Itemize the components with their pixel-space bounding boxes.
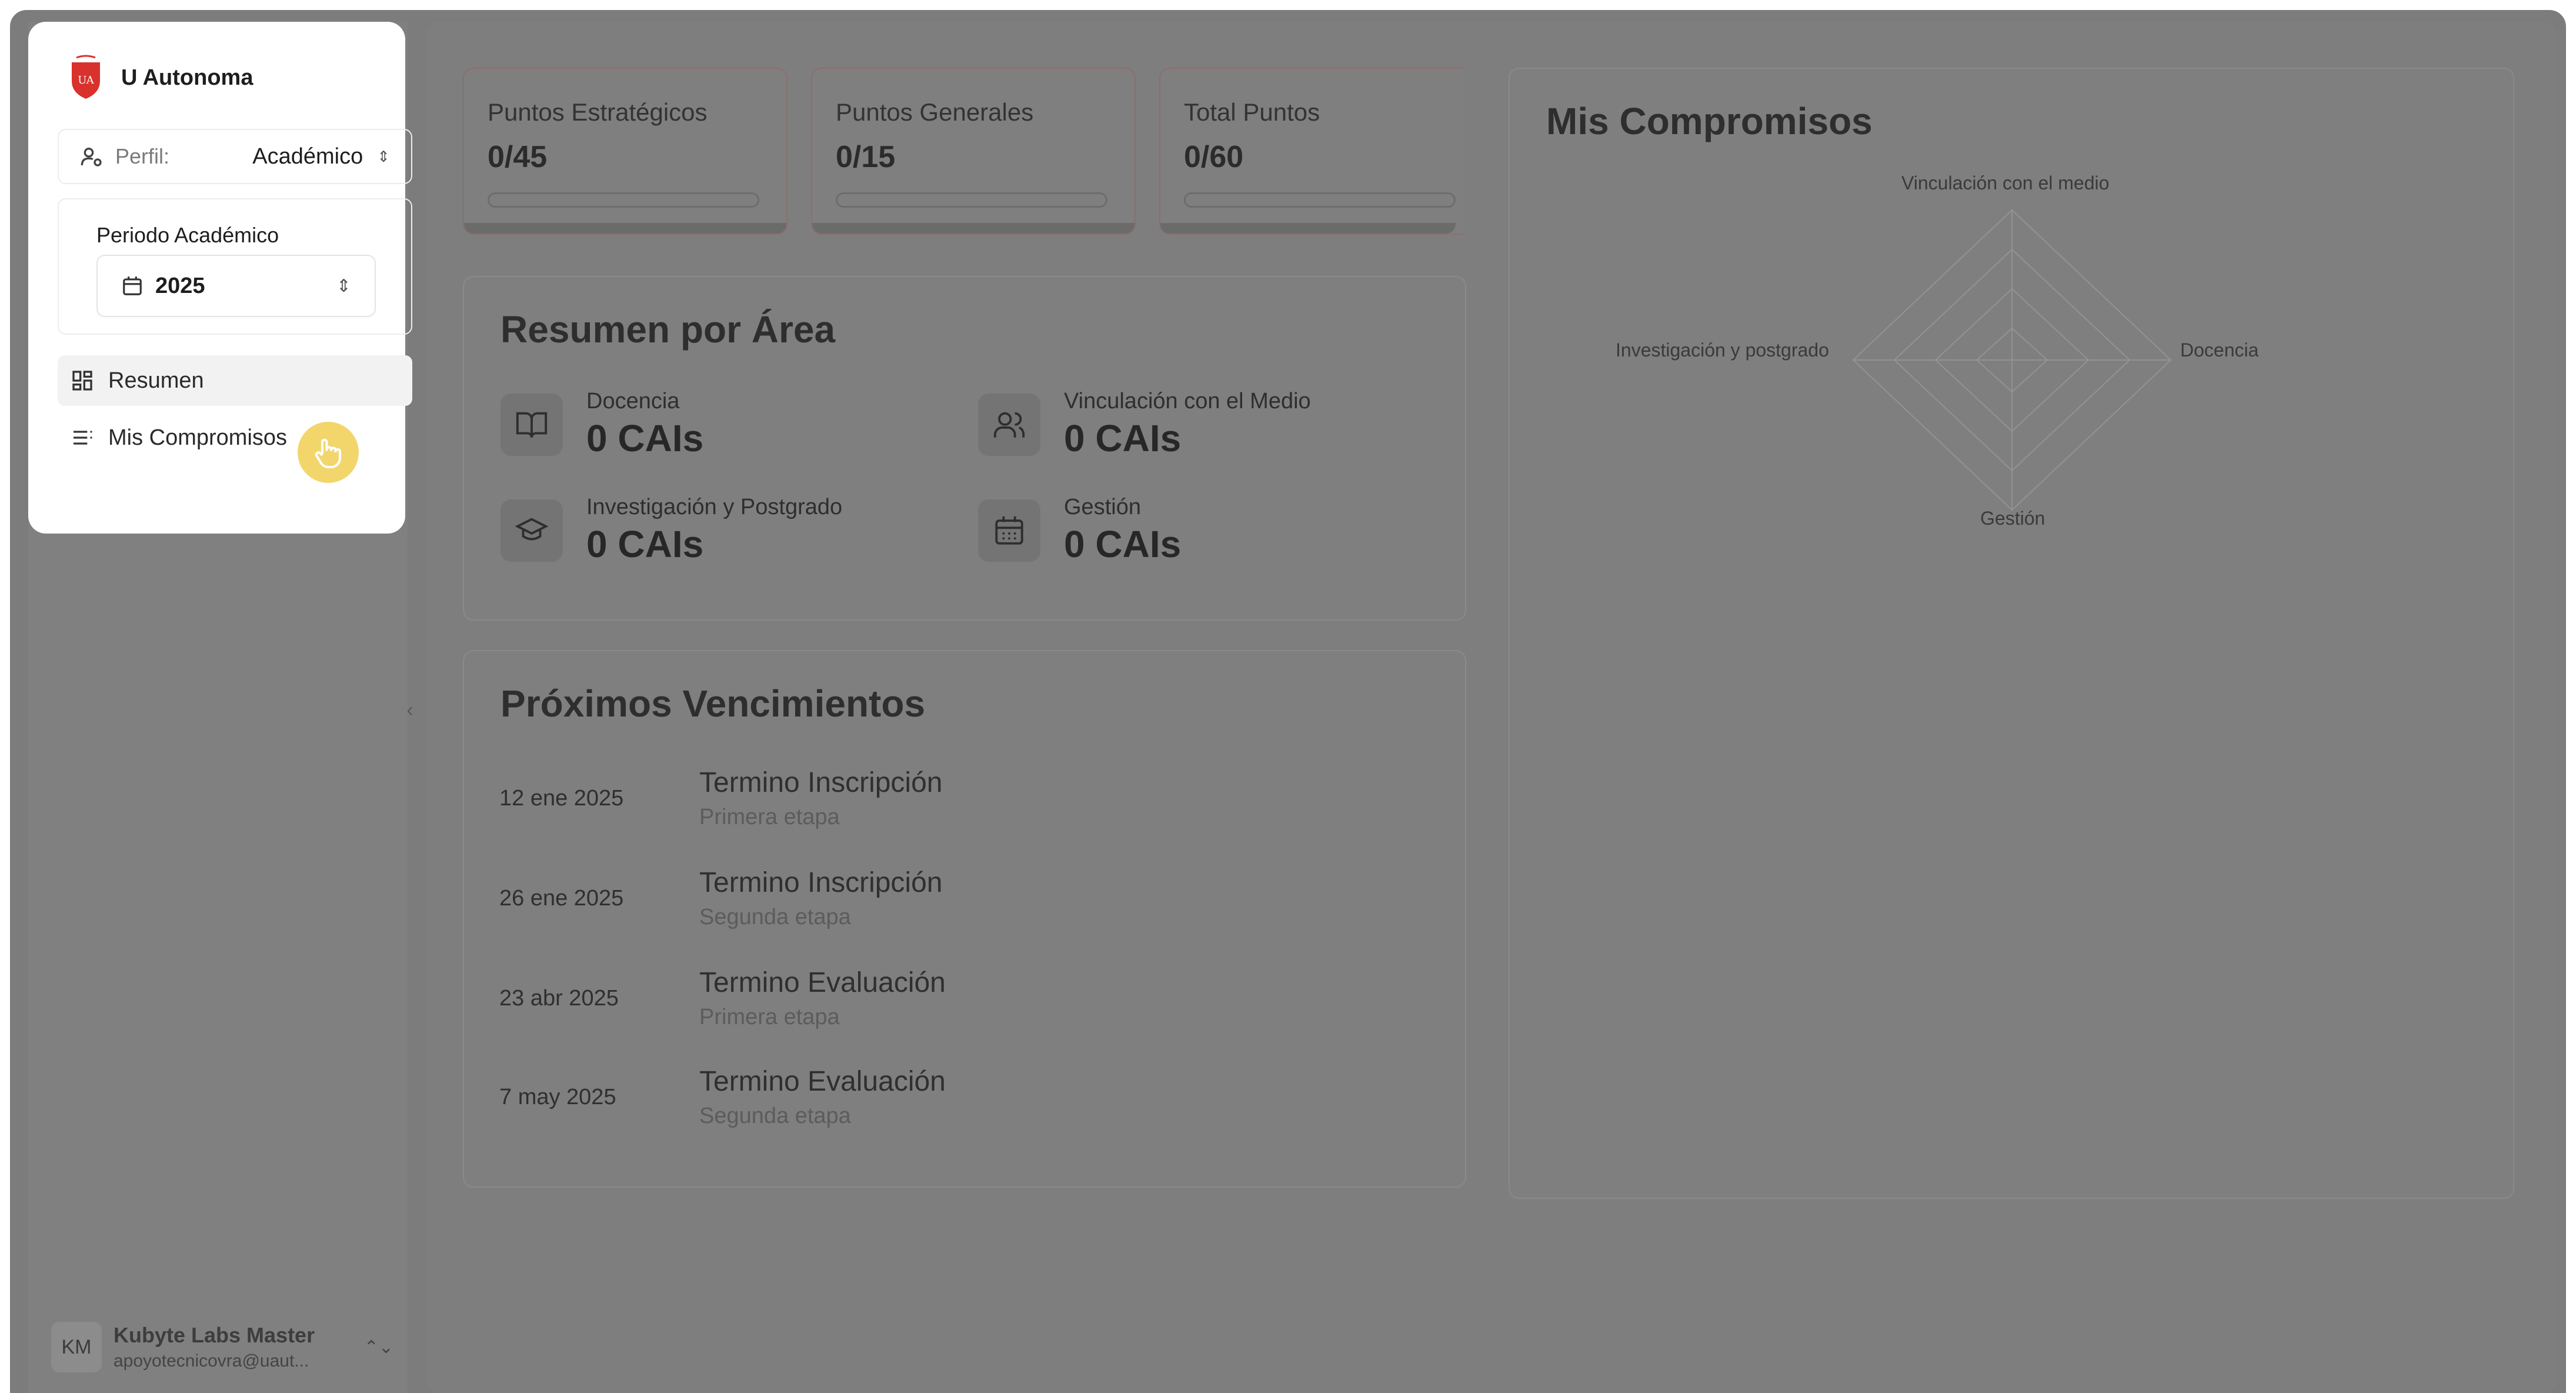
deadline-title: Termino Evaluación [699, 967, 946, 998]
radar-axis-label: Gestión [1980, 508, 2046, 529]
kpi-title: Puntos Estratégicos [488, 98, 708, 126]
sidebar-collapse-icon[interactable]: ‹ [401, 692, 419, 728]
kpi-value: 0/60 [1184, 140, 1244, 174]
deadline-item: 23 abr 2025 Termino Evaluación Primera e… [499, 967, 946, 1030]
summary-card: Resumen por Área Docencia 0 CAIs Vincula… [463, 276, 1466, 621]
radar-chart [1852, 209, 2172, 511]
kpi-card-generales: Puntos Generales 0/15 [811, 68, 1136, 235]
sidebar-item-label: Resumen [108, 368, 204, 393]
deadline-item: 7 may 2025 Termino Evaluación Segunda et… [499, 1065, 946, 1129]
brand-name: U Autonoma [121, 65, 253, 90]
avatar: KM [51, 1322, 102, 1372]
sidebar-item-resumen[interactable]: Resumen [58, 355, 412, 406]
area-value: 0 CAIs [1064, 417, 1182, 459]
sidebar-item-label: Mis Compromisos [108, 425, 288, 450]
graduation-cap-icon [500, 499, 563, 562]
deadline-date: 23 abr 2025 [499, 985, 619, 1011]
dashboard-icon [72, 371, 92, 391]
commitments-title: Mis Compromisos [1546, 100, 1873, 142]
area-name: Investigación y Postgrado [586, 495, 843, 519]
university-shield-icon: UA [72, 55, 100, 99]
book-icon [500, 393, 563, 456]
kpi-value: 0/15 [836, 140, 896, 174]
deadline-title: Termino Evaluación [699, 1066, 946, 1097]
period-title: Periodo Académico [96, 223, 279, 247]
main-content: Puntos Estratégicos 0/45 Puntos Generale… [427, 22, 2556, 1393]
logo-text: UA [78, 74, 95, 86]
users-icon [978, 393, 1040, 456]
list-icon [74, 431, 92, 445]
area-name: Vinculación con el Medio [1064, 389, 1311, 414]
deadlines-card: Próximos Vencimientos 12 ene 2025 Termin… [463, 650, 1466, 1188]
summary-title: Resumen por Área [500, 308, 836, 351]
deadline-date: 12 ene 2025 [499, 785, 624, 811]
area-value: 0 CAIs [586, 417, 704, 459]
deadline-title: Termino Inscripción [699, 867, 943, 898]
radar-axis-label: Docencia [2180, 339, 2259, 361]
deadline-subtitle: Segunda etapa [699, 905, 851, 929]
area-investigacion: Investigación y Postgrado 0 CAIs [500, 495, 842, 566]
area-value: 0 CAIs [586, 523, 704, 565]
deadlines-title: Próximos Vencimientos [500, 682, 926, 725]
chevron-up-down-icon: ⌃⌄ [363, 1337, 393, 1357]
area-gestion: Gestión 0 CAIs [978, 495, 1181, 566]
profile-label: Perfil: [115, 144, 170, 168]
kpi-title: Puntos Generales [836, 98, 1034, 126]
area-vinculacion: Vinculación con el Medio 0 CAIs [978, 389, 1311, 460]
radar-axis-label: Vinculación con el medio [1901, 172, 2110, 194]
user-cog-icon [81, 147, 102, 166]
kpi-value: 0/45 [488, 140, 548, 174]
commitments-card: Mis Compromisos Vinculación con el medio… [1509, 68, 2514, 1199]
year-value: 2025 [155, 273, 205, 298]
pointer-hand-icon [298, 422, 359, 483]
kpi-progress-bar [488, 192, 759, 208]
sidebar-highlight-panel: UA U Autonoma Perfil: Académico ⇕ Period… [28, 22, 412, 534]
calendar-icon [978, 499, 1040, 562]
app-window: ‹ KM Kubyte Labs Master apoyotecnicovra@… [10, 10, 2566, 1393]
area-name: Docencia [586, 389, 680, 414]
chevron-up-down-icon: ⇕ [377, 147, 390, 165]
deadline-subtitle: Primera etapa [699, 805, 840, 829]
year-select[interactable]: 2025 ⇕ [96, 255, 376, 317]
kpi-progress-bar [1184, 192, 1456, 208]
brand[interactable]: UA U Autonoma [68, 54, 253, 101]
area-name: Gestión [1064, 495, 1141, 519]
deadline-item: 12 ene 2025 Termino Inscripción Primera … [499, 767, 942, 830]
deadline-item: 26 ene 2025 Termino Inscripción Segunda … [499, 867, 942, 930]
area-value: 0 CAIs [1064, 523, 1182, 565]
calendar-icon [123, 276, 142, 295]
period-selector-panel: Periodo Académico 2025 ⇕ [58, 198, 412, 335]
profile-selector[interactable]: Perfil: Académico ⇕ [58, 129, 412, 184]
radar-axis-label: Investigación y postgrado [1616, 339, 1829, 361]
kpi-card-total: Total Puntos 0/60 [1159, 68, 1465, 235]
kpi-title: Total Puntos [1184, 98, 1320, 126]
deadline-title: Termino Inscripción [699, 767, 943, 798]
kpi-card-estrategicos: Puntos Estratégicos 0/45 [463, 68, 788, 235]
user-name: Kubyte Labs Master [114, 1323, 315, 1347]
deadline-subtitle: Primera etapa [699, 1005, 840, 1029]
user-email: apoyotecnicovra@uaut... [114, 1351, 309, 1371]
kpi-progress-bar [836, 192, 1107, 208]
deadline-date: 7 may 2025 [499, 1084, 616, 1109]
sidebar-item-mis-compromisos[interactable]: Mis Compromisos [58, 412, 412, 463]
user-menu[interactable]: KM Kubyte Labs Master apoyotecnicovra@ua… [51, 1315, 404, 1379]
chevron-up-down-icon: ⇕ [336, 276, 351, 296]
area-docencia: Docencia 0 CAIs [500, 389, 703, 460]
deadline-date: 26 ene 2025 [499, 885, 624, 911]
deadline-subtitle: Segunda etapa [699, 1104, 851, 1128]
profile-value: Académico [252, 144, 363, 169]
